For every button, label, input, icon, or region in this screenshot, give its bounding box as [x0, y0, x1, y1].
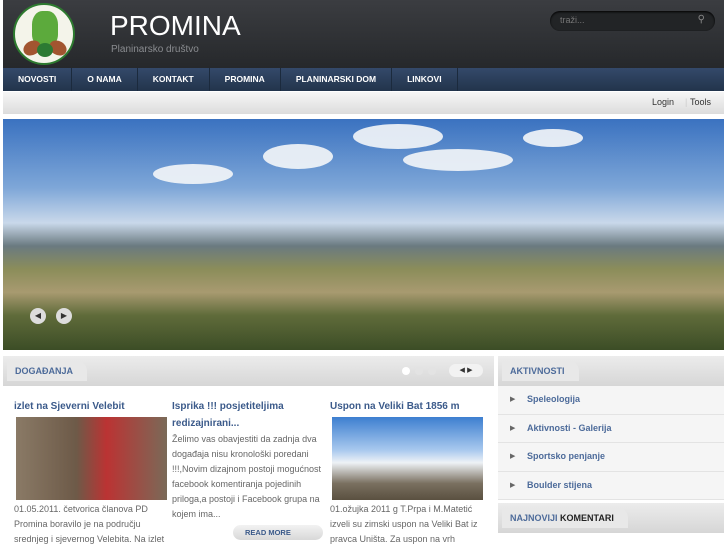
events-prev-next[interactable]: ◀ ▶: [449, 364, 483, 377]
sub-toolbar: Login | Tools: [3, 92, 724, 114]
banner-slideshow: ◀ ▶: [3, 119, 724, 350]
prev-slide-button[interactable]: ◀: [30, 308, 46, 324]
nav-linkovi[interactable]: LINKOVI: [392, 68, 458, 91]
comments-title: NAJNOVIJI KOMENTARI: [502, 508, 628, 528]
event-title[interactable]: izlet na Sjeverni Velebit: [14, 398, 169, 415]
tools-link[interactable]: Tools: [690, 97, 711, 107]
event-title[interactable]: Uspon na Veliki Bat 1856 m: [330, 398, 485, 415]
search-icon[interactable]: ⚲: [698, 14, 705, 25]
event-image[interactable]: [332, 417, 483, 500]
activity-speleologija[interactable]: ▶ Speleologija: [498, 386, 724, 415]
event-text: 01.ožujka 2011 g T.Prpa i M.Matetić izve…: [330, 504, 478, 544]
activity-penjanje[interactable]: ▶ Sportsko penjanje: [498, 443, 724, 472]
nav-o-nama[interactable]: O NAMA: [72, 68, 138, 91]
nav-promina[interactable]: PROMINA: [210, 68, 281, 91]
event-title[interactable]: Isprika !!! posjetiteljima redizajnirani…: [172, 398, 327, 432]
next-slide-button[interactable]: ▶: [56, 308, 72, 324]
site-title[interactable]: PROMINA: [110, 10, 241, 42]
event-text: 01.05.2011. četvorica članova PD Promina…: [14, 504, 165, 544]
activity-label[interactable]: Aktivnosti - Galerija: [527, 423, 612, 433]
events-title: DOGAĐANJA: [7, 361, 88, 381]
activities-title: AKTIVNOSTI: [502, 361, 579, 381]
nav-kontakt[interactable]: KONTAKT: [138, 68, 210, 91]
events-panel: DOGAĐANJA ◀ ▶ izlet na Sjeverni Velebit …: [3, 356, 494, 545]
activity-label[interactable]: Sportsko penjanje: [527, 451, 605, 461]
event-item: Uspon na Veliki Bat 1856 m 01.ožujka 201…: [330, 398, 485, 547]
club-logo[interactable]: [13, 3, 75, 65]
activity-label[interactable]: Boulder stijena: [527, 480, 592, 490]
activity-galerija[interactable]: ▶ Aktivnosti - Galerija: [498, 414, 724, 443]
event-item: Isprika !!! posjetiteljima redizajnirani…: [172, 398, 327, 522]
nav-planinarski-dom[interactable]: PLANINARSKI DOM: [281, 68, 393, 91]
slide-dots[interactable]: [402, 367, 436, 375]
read-more-button[interactable]: READ MORE: [233, 525, 323, 540]
login-link[interactable]: Login: [652, 97, 674, 107]
divider: |: [685, 97, 688, 107]
search-box: ⚲: [550, 11, 715, 31]
comments-title-a: NAJNOVIJI: [510, 513, 558, 523]
activity-boulder[interactable]: ▶ Boulder stijena: [498, 471, 724, 500]
arrow-icon: ▶: [510, 480, 516, 489]
comments-title-b: KOMENTARI: [560, 513, 614, 523]
arrow-icon: ▶: [510, 395, 516, 403]
site-tagline: Planinarsko društvo: [111, 44, 199, 55]
activity-label[interactable]: Speleologija: [527, 394, 580, 404]
event-item: izlet na Sjeverni Velebit 01.05.2011. če…: [14, 398, 169, 547]
arrow-icon: ▶: [510, 423, 516, 432]
nav-novosti[interactable]: NOVOSTI: [3, 68, 73, 91]
activities-panel: AKTIVNOSTI ▶ Speleologija ▶ Aktivnosti - G…: [498, 356, 724, 545]
search-input[interactable]: [560, 15, 690, 25]
main-nav: NOVOSTI O NAMA KONTAKT PROMINA PLANINARS…: [3, 68, 724, 91]
event-image[interactable]: [16, 417, 167, 500]
arrow-icon: ▶: [510, 452, 516, 460]
header: PROMINA Planinarsko društvo ⚲: [3, 0, 724, 68]
event-text: Želimo vas obavjestiti da zadnja dva dog…: [172, 434, 322, 519]
